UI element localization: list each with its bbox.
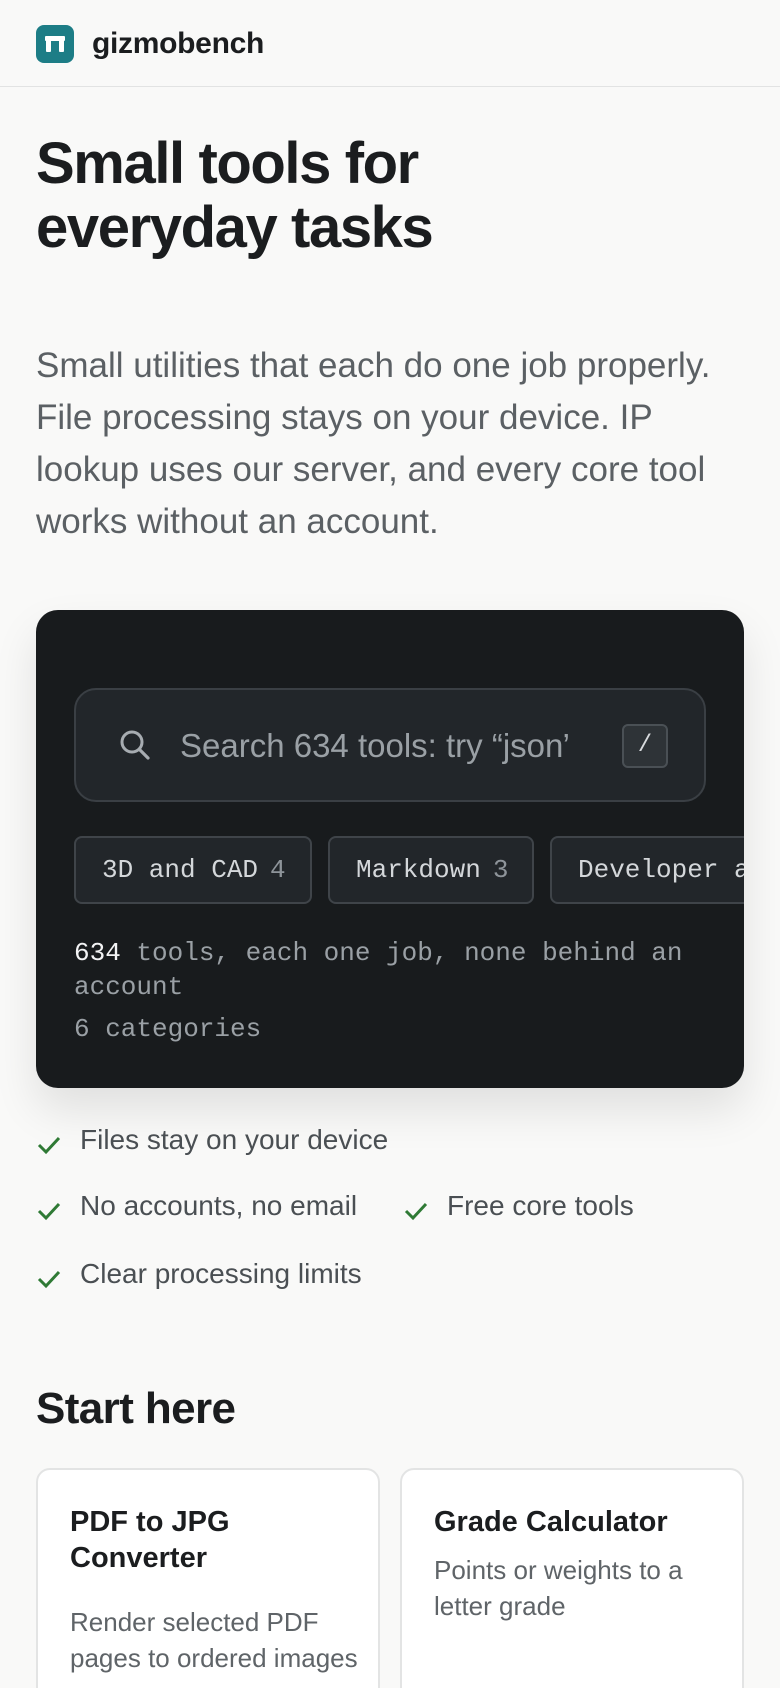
tool-count: 634 — [74, 938, 121, 968]
tool-card-grade-calculator[interactable]: Grade Calculator Points or weights to a … — [400, 1468, 744, 1688]
section-title-start-here: Start here — [36, 1384, 236, 1433]
feature-text: Free core tools — [447, 1190, 634, 1221]
page-title-line-2: everyday tasks — [36, 195, 434, 260]
tool-card-title: PDF to JPG Converter — [70, 1506, 230, 1574]
category-count: 6 categories — [74, 1014, 262, 1044]
brand-name[interactable]: gizmobench — [92, 27, 264, 61]
keyboard-shortcut-badge: / — [622, 724, 668, 768]
tool-card-description: Points or weights to a letter grade — [434, 1555, 683, 1621]
category-chip-label: 3D and CAD — [102, 855, 259, 885]
tool-card-description: Render selected PDF pages to ordered ima… — [70, 1607, 358, 1673]
page-title: Small tools for everyday tasks — [36, 132, 736, 260]
tool-count-text: tools, each one job, none behind an acco… — [74, 938, 683, 1002]
hero-subtitle: Small utilities that each do one job pro… — [36, 346, 711, 541]
search-input[interactable] — [180, 720, 570, 772]
check-icon — [36, 1194, 62, 1234]
tool-card-title: Grade Calculator — [434, 1506, 668, 1538]
tool-card-pdf-to-jpg[interactable]: PDF to JPG Converter Render selected PDF… — [36, 1468, 380, 1688]
check-icon — [36, 1128, 62, 1168]
feature-text: No accounts, no email — [80, 1190, 358, 1221]
feature-text: Clear processing limits — [80, 1258, 362, 1289]
category-chip-label: Markdown — [356, 855, 481, 885]
feature-item: No accounts, no email — [36, 1186, 376, 1226]
site-header: gizmobench — [0, 0, 780, 87]
check-icon — [403, 1194, 429, 1234]
category-chip-count: 3 — [492, 855, 509, 885]
tool-stats: 634 tools, each one job, none behind an … — [74, 936, 694, 1046]
category-chip-developer[interactable]: Developer and — [550, 836, 744, 904]
category-chip-3d-cad[interactable]: 3D and CAD 4 — [74, 836, 312, 904]
feature-item: Free core tools — [403, 1186, 683, 1226]
page-title-line-1: Small tools for — [36, 131, 419, 196]
feature-item: Clear processing limits — [36, 1254, 436, 1294]
category-chip-label: Developer and — [578, 855, 744, 885]
search-icon — [118, 728, 152, 767]
feature-item: Files stay on your device — [36, 1120, 436, 1160]
category-chip-count: 4 — [270, 855, 286, 885]
feature-text: Files stay on your device — [80, 1124, 389, 1155]
table-icon[interactable] — [36, 25, 74, 63]
search-box[interactable]: / — [74, 688, 706, 802]
category-chip-markdown[interactable]: Markdown 3 — [328, 836, 534, 904]
check-icon — [36, 1262, 62, 1302]
search-panel: / 3D and CAD 4 Markdown 3 Developer and 63… — [36, 610, 744, 1088]
